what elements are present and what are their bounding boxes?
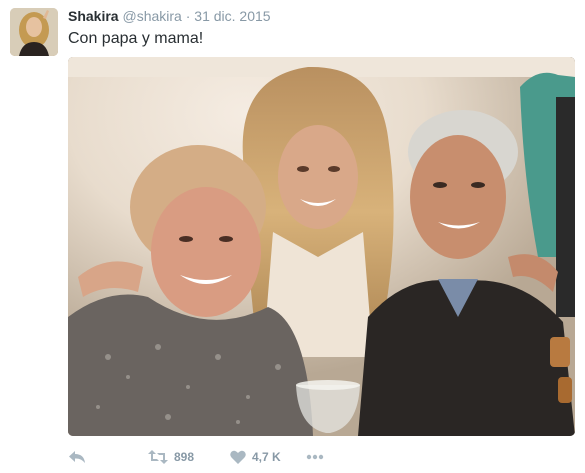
more-button[interactable] xyxy=(306,454,324,460)
reply-icon xyxy=(69,451,85,463)
reply-button[interactable] xyxy=(68,450,148,464)
tweet-header: Shakira @shakira · 31 dic. 2015 xyxy=(68,7,271,25)
retweet-count: 898 xyxy=(174,450,195,464)
tweet-text: Con papa y mama! xyxy=(68,30,204,47)
retweet-button[interactable]: 898 xyxy=(148,450,230,464)
photo-image xyxy=(68,57,575,436)
author-name[interactable]: Shakira xyxy=(68,8,119,24)
tweet-photo[interactable] xyxy=(68,57,575,436)
avatar-image xyxy=(10,8,58,56)
author-handle[interactable]: @shakira xyxy=(122,8,181,24)
tweet-actions: 898 4,7 K xyxy=(68,444,324,470)
tweet: Shakira @shakira · 31 dic. 2015 Con papa… xyxy=(0,0,585,473)
avatar[interactable] xyxy=(10,8,58,56)
heart-icon xyxy=(230,450,246,464)
tweet-date[interactable]: 31 dic. 2015 xyxy=(194,8,270,24)
retweet-icon xyxy=(148,450,168,464)
like-button[interactable]: 4,7 K xyxy=(230,450,306,464)
more-icon xyxy=(306,454,324,460)
separator: · xyxy=(185,8,191,24)
like-count: 4,7 K xyxy=(252,450,281,464)
